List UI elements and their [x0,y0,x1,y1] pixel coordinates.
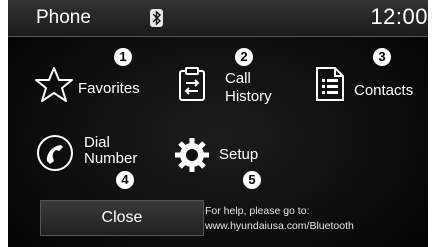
star-icon [34,66,74,109]
contacts-label: Contacts [354,82,414,99]
gear-icon [173,136,211,179]
number-badge-1: 1 [114,48,132,66]
phone-handset-icon [36,134,74,177]
page-title: Phone [36,7,91,28]
bluetooth-icon [150,9,163,27]
setup-button[interactable]: Setup 5 [173,136,283,192]
help-url: www.hyundaiusa.com/Bluetooth [205,220,354,232]
dial-number-button[interactable]: Dial Number 4 [32,134,162,194]
call-history-label-line2: History [225,88,272,105]
number-badge-5: 5 [243,171,261,189]
favorites-button[interactable]: 1 Favorites [30,48,170,102]
setup-label: Setup [219,146,259,163]
number-badge-2: 2 [235,48,253,66]
contacts-button[interactable]: 3 Contacts [310,48,428,101]
close-button[interactable]: Close [40,200,204,236]
number-badge-4: 4 [116,171,134,189]
call-history-icon [177,66,207,107]
contacts-icon [314,66,346,107]
call-history-label-line1: Call [225,70,251,87]
number-badge-3: 3 [373,48,391,66]
call-history-button[interactable]: 2 Call History [173,48,303,108]
help-line-1: For help, please go to: [205,205,310,217]
clock: 12:00 [370,4,428,29]
favorites-label: Favorites [78,80,140,97]
screen: Phone 12:00 1 Favorites 2 Call History 3… [0,0,437,247]
help-text: For help, please go to: www.hyundaiusa.c… [205,204,354,234]
status-bar: Phone 12:00 [8,0,428,37]
phone-menu-panel: Phone 12:00 1 Favorites 2 Call History 3… [8,0,428,247]
dial-number-label-line2: Number [84,150,138,167]
